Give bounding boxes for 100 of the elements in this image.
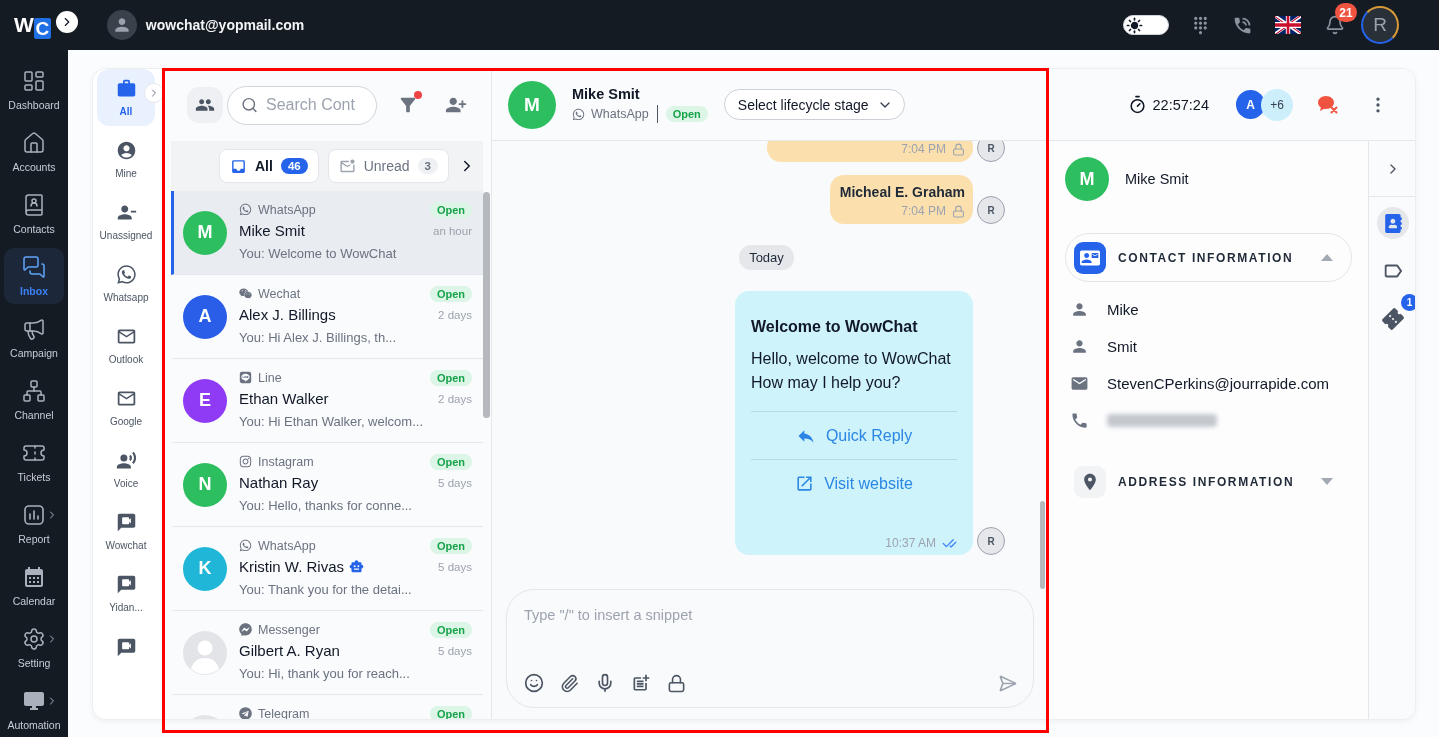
filter-tab[interactable]: Unread 3 [327,149,449,183]
external-link-icon [795,474,815,493]
filter-tab[interactable]: All 46 [219,149,319,183]
sender-avatar: R [977,527,1005,555]
speaking-person-icon [115,450,137,471]
filter-item[interactable]: Outlook [97,317,155,374]
scrollbar-thumb[interactable] [483,192,490,418]
contact-avatar: E [183,378,227,423]
contact-avatar: M [183,210,227,255]
message-preview: You: Hi Ethan Walker, welcom... [239,414,424,429]
avatar-silhouette-icon [183,630,227,675]
phone-icon [1070,411,1089,430]
conversation-item[interactable]: K WhatsApp Open Kristin W. Rivas 5 days You: Thank you for the detai... [171,527,483,611]
conversation-item[interactable]: A Wechat Open Alex J. Billings 2 days You: Hi Alex J. Billings, th... [171,275,483,359]
time-label: 5 days [438,560,472,573]
message-preview: You: Hi, thank you for reach... [239,666,411,681]
nav-item[interactable]: Setting [4,620,64,676]
theme-toggle[interactable] [1123,15,1169,35]
chat-x-icon[interactable] [1318,95,1338,114]
count-badge: 46 [280,158,308,174]
channel-name: WhatsApp [258,538,316,553]
profile-avatar[interactable]: R [1361,6,1399,44]
nav-item[interactable]: Calendar [4,558,64,614]
channel-name: WhatsApp [591,107,649,121]
lifecycle-select[interactable]: Select lifecycle stage [723,89,905,120]
message-preview: You: Thank you for the detai... [239,582,413,597]
sender-avatar: R [977,196,1005,224]
filter-item[interactable]: Google [97,379,155,436]
network-icon [22,379,46,403]
count-badge: 1 [1401,294,1415,311]
messenger-icon [239,623,252,636]
expand-button[interactable] [55,11,78,33]
count-badge: 3 [417,158,438,174]
conversation-item[interactable]: E Line Open Ethan Walker 2 days You: Hi Ethan Walker, welcom... [171,359,483,443]
time-label: 2 days [438,392,472,405]
whatsapp-icon [572,107,585,121]
filter-item[interactable]: All [97,69,155,126]
instagram-icon [239,455,252,468]
nav-item[interactable]: Inbox [4,248,64,304]
nav-item[interactable]: Report [4,496,64,552]
contact-name: Kristin W. Rivas [239,558,344,575]
status-badge: Open [429,285,472,302]
section-header[interactable]: ADDRESS INFORMATION [1065,457,1352,506]
message-text: Hello, welcome to WowChat How may I help you? [751,349,952,393]
bell-icon[interactable] [1325,15,1345,35]
filter-item[interactable]: Mine [97,131,155,188]
filter-item[interactable]: Yidan... [97,565,155,622]
scrollbar-thumb[interactable] [1040,501,1045,589]
nav-item[interactable]: Contacts [4,186,64,242]
conversation-item[interactable]: N Instagram Open Nathan Ray 5 days You: Hello, thanks for conne... [171,443,483,527]
status-badge: Open [429,537,472,554]
nav-item[interactable]: Tickets [4,434,64,490]
filter-item[interactable]: Wowchat [97,503,155,560]
filter-item[interactable]: Voice [97,441,155,498]
panel-tab[interactable] [1377,207,1409,239]
nav-item[interactable]: Automation [4,682,64,737]
line-icon [239,371,252,384]
message-time: 10:37 AM [885,536,936,550]
filter-item[interactable]: Unassigned [97,193,155,250]
message-input[interactable]: Type "/" to insert a snippet [524,607,1017,673]
chat-bubbles-icon [22,255,46,279]
status-badge: Open [429,369,472,386]
nav-item[interactable]: Dashboard [4,62,64,118]
timer-text: 22:57:24 [1152,96,1209,113]
whatsapp-icon [239,539,252,552]
video-chat-icon [115,636,137,658]
nav-item[interactable]: Campaign [4,310,64,366]
microphone-icon[interactable] [595,673,615,693]
contacts-group-button[interactable] [187,87,223,123]
video-chat-icon [115,574,137,595]
bar-chart-icon [22,503,46,527]
sender-avatar: R [977,141,1005,162]
section-header[interactable]: CONTACT INFORMATION [1065,233,1352,282]
conversation-item[interactable]: M WhatsApp Open Mike Smit an hour You: Welcome to WowChat [171,191,483,275]
time-label: 2 days [438,308,472,321]
date-chip: Today [739,245,794,270]
uk-flag-icon[interactable] [1275,16,1301,34]
search-input[interactable]: Search Cont [266,96,366,114]
message-composer[interactable]: Type "/" to insert a snippet [506,589,1034,708]
search-field[interactable]: Search Cont [227,85,377,125]
caret-up-icon [1321,254,1333,261]
more-agents-badge[interactable]: +6 [1261,88,1293,121]
smiley-icon[interactable] [524,673,544,693]
message-title: Welcome to WowChat [751,317,919,337]
settings-icon [22,627,46,651]
inbox-icon [230,157,247,175]
agent-avatar[interactable]: A [1236,90,1265,119]
filter-item[interactable]: Whatsapp [97,255,155,312]
contact-avatar: A [183,294,227,339]
status-badge: Open [429,705,472,719]
whatsapp-icon [115,264,137,285]
megaphone-icon [22,317,46,341]
nav-item[interactable]: Accounts [4,124,64,180]
lock-icon[interactable] [667,673,686,693]
dialpad-icon[interactable] [1191,15,1210,35]
paperclip-icon[interactable] [560,673,579,693]
note-add-icon[interactable] [631,673,651,693]
nav-item[interactable]: Channel [4,372,64,428]
channel-name: Line [258,370,282,385]
conversation-item[interactable]: Messenger Open Gilbert A. Ryan 5 days You: Hi, thank you for reach... [171,611,483,695]
